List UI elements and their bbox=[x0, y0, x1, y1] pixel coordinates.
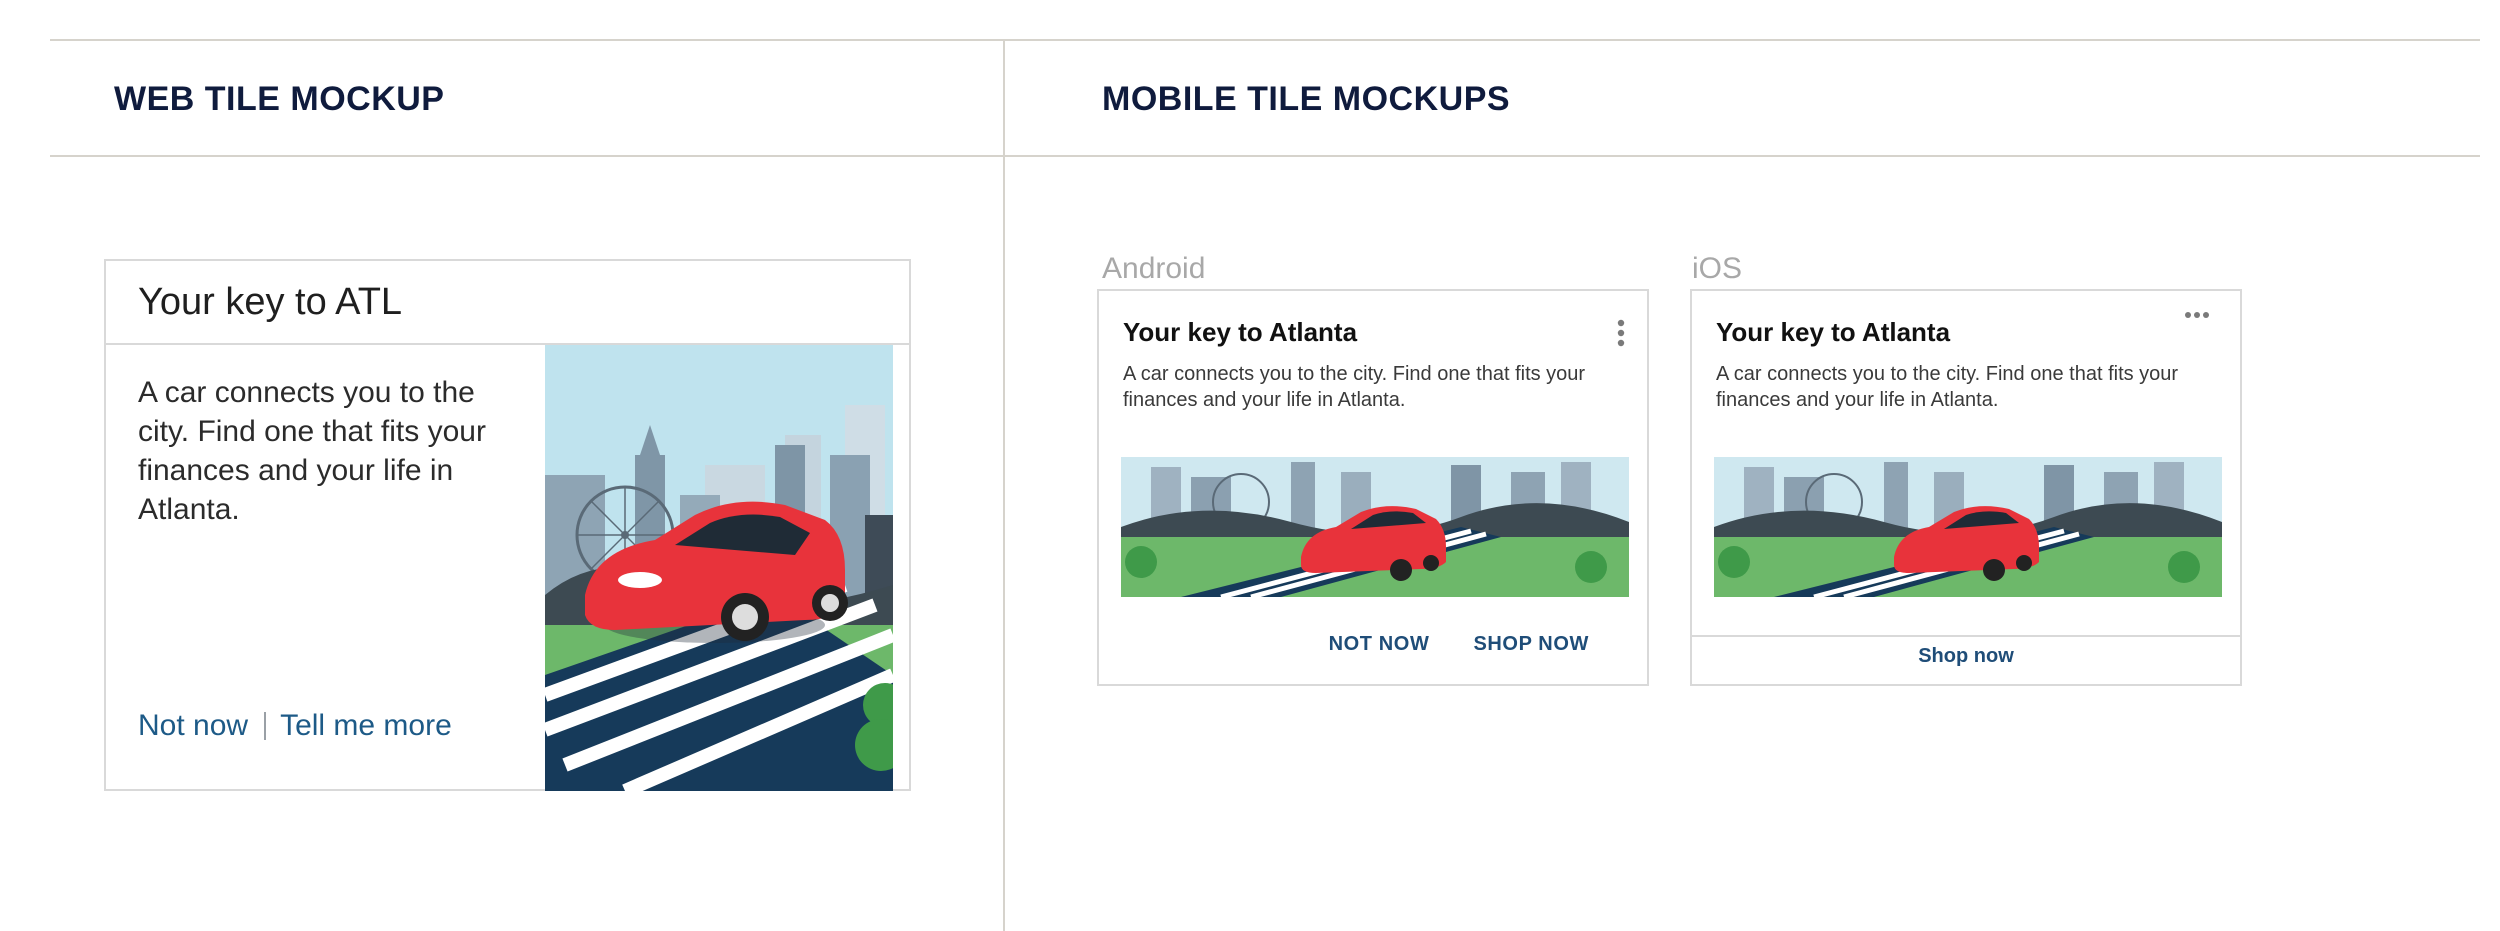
ios-action-divider bbox=[1692, 635, 2240, 637]
web-section-title: WEB TILE MOCKUP bbox=[114, 80, 445, 118]
android-tile-title: Your key to Atlanta bbox=[1123, 317, 1358, 347]
android-tile-card: Your key to Atlanta A car connects you t… bbox=[1097, 289, 1649, 686]
android-actions: NOT NOW SHOP NOW bbox=[1329, 633, 1589, 656]
web-tile-title: Your key to ATL bbox=[138, 280, 403, 323]
android-atlanta-car-banner bbox=[1121, 457, 1629, 597]
ios-label: iOS bbox=[1692, 252, 1743, 285]
atlanta-car-illustration bbox=[545, 345, 893, 791]
top-divider bbox=[50, 39, 2480, 41]
link-separator bbox=[264, 712, 267, 740]
not-now-link[interactable]: Not now bbox=[138, 709, 248, 743]
ios-tile-title: Your key to Atlanta bbox=[1716, 317, 1951, 347]
web-tile-card: Your key to ATL A car connects you to th… bbox=[104, 259, 911, 791]
android-label: Android bbox=[1102, 252, 1206, 285]
web-tile-actions: Not now Tell me more bbox=[138, 709, 452, 743]
tell-me-more-link[interactable]: Tell me more bbox=[280, 709, 452, 743]
ios-tile-card: Your key to Atlanta A car connects you t… bbox=[1690, 289, 2242, 686]
not-now-button[interactable]: NOT NOW bbox=[1329, 633, 1430, 656]
shop-now-button[interactable]: SHOP NOW bbox=[1473, 633, 1589, 656]
mobile-section-title: MOBILE TILE MOCKUPS bbox=[1102, 80, 1511, 118]
shop-now-button[interactable]: Shop now bbox=[1692, 645, 2240, 668]
android-tile-body: A car connects you to the city. Find one… bbox=[1123, 363, 1586, 411]
kebab-menu-icon[interactable] bbox=[1617, 319, 1625, 347]
column-divider bbox=[1003, 39, 1005, 931]
web-tile-body: A car connects you to the city. Find one… bbox=[138, 376, 486, 526]
web-tile-header: Your key to ATL bbox=[106, 261, 909, 345]
ios-atlanta-car-banner bbox=[1714, 457, 2222, 597]
more-dots-icon[interactable] bbox=[2184, 311, 2210, 319]
header-divider bbox=[50, 155, 2480, 157]
ios-tile-body: A car connects you to the city. Find one… bbox=[1716, 363, 2179, 411]
